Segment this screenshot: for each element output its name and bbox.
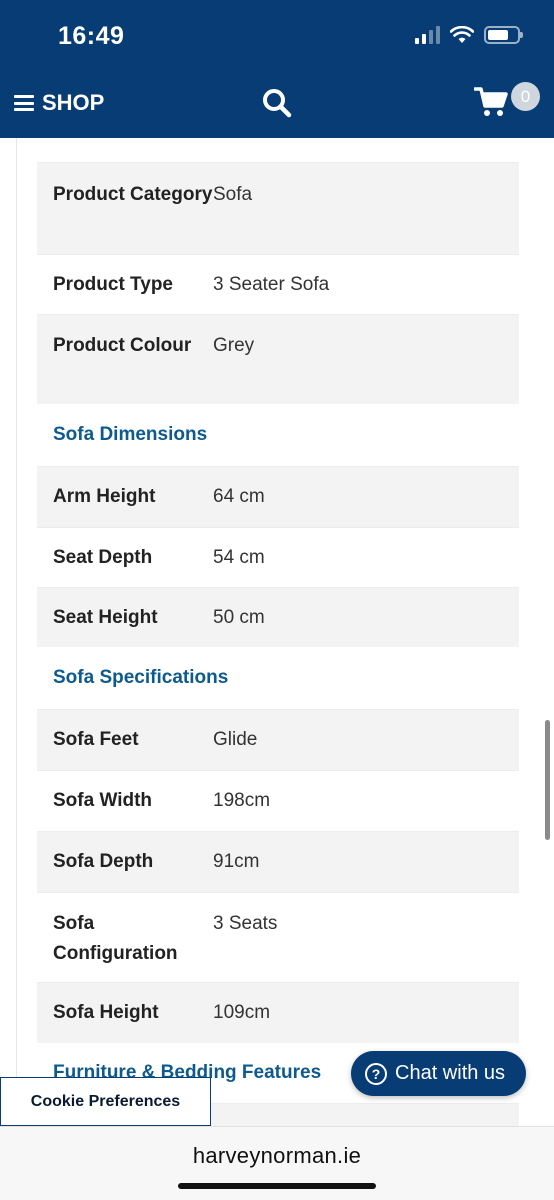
spec-label: Seat Height [53,606,158,628]
spec-label: Sofa Height [53,1002,159,1023]
shop-nav: SHOP [0,78,554,128]
spec-value: 109cm [213,1002,271,1023]
spec-label: Sofa Feet [53,729,139,750]
shop-label: SHOP [42,90,105,115]
spec-row: Sofa Height 109cm [37,982,519,1043]
battery-icon [484,26,523,44]
spec-value: 64 cm [213,486,265,507]
spec-value: Sofa [213,184,253,205]
search-icon[interactable] [262,88,292,118]
spec-value: Glide [213,729,258,750]
cookie-preferences-button[interactable]: Cookie Preferences [0,1077,211,1126]
cart-count-badge[interactable]: 0 [511,82,540,111]
spec-label: Sofa Configuration [53,913,178,964]
spec-label: Sofa Depth [53,851,154,872]
site-header: 16:49 SHOP 0 [0,0,554,138]
spec-label: Arm Height [53,486,156,507]
url-text[interactable]: harveynorman.ie [0,1143,554,1169]
spec-value: 54 cm [213,546,265,568]
browser-address-bar: harveynorman.ie [0,1126,554,1200]
spec-value: 3 Seats [213,913,278,934]
status-time: 16:49 [58,22,125,50]
shop-menu-button[interactable]: SHOP [14,90,104,116]
spec-label: Product Type [53,273,173,295]
spec-row: Sofa Feet Glide [37,709,519,770]
spec-row: Product Type 3 Seater Sofa [37,254,519,314]
chat-with-us-button[interactable]: ? Chat with us [351,1051,526,1096]
section-heading-specifications: Sofa Specifications [53,667,229,688]
chat-label: Chat with us [395,1062,506,1084]
product-specifications: Product Category Sofa Product Type 3 Sea… [16,138,554,1143]
spec-row: Product Category Sofa [37,162,519,254]
shopping-cart-icon[interactable] [474,86,508,118]
spec-row: Seat Depth 54 cm [37,527,519,587]
help-question-icon: ? [365,1062,387,1085]
cellular-signal-icon [415,26,440,44]
spec-row: Sofa Width 198cm [37,770,519,831]
spec-value: 198cm [213,790,271,811]
page-scrollbar[interactable] [545,720,550,840]
spec-row: Sofa Depth 91cm [37,831,519,892]
spec-table: Product Category Sofa Product Type 3 Sea… [37,162,519,1143]
spec-value: Grey [213,335,255,356]
spec-value: 50 cm [213,606,265,628]
section-heading-dimensions: Sofa Dimensions [53,424,208,445]
spec-row: Arm Height 64 cm [37,466,519,527]
status-icons [415,26,523,44]
spec-value: 3 Seater Sofa [213,273,330,295]
hamburger-menu-icon [14,95,34,111]
home-indicator[interactable] [178,1183,376,1189]
spec-row: Sofa Configuration 3 Seats [37,892,519,982]
spec-label: Product Colour [53,335,192,356]
spec-label: Sofa Width [53,790,153,811]
spec-label: Product Category [53,184,213,205]
spec-label: Seat Depth [53,546,153,568]
spec-row: Seat Height 50 cm [37,587,519,647]
wifi-icon [450,26,474,43]
spec-row: Product Colour Grey [37,314,519,404]
spec-value: 91cm [213,851,260,872]
